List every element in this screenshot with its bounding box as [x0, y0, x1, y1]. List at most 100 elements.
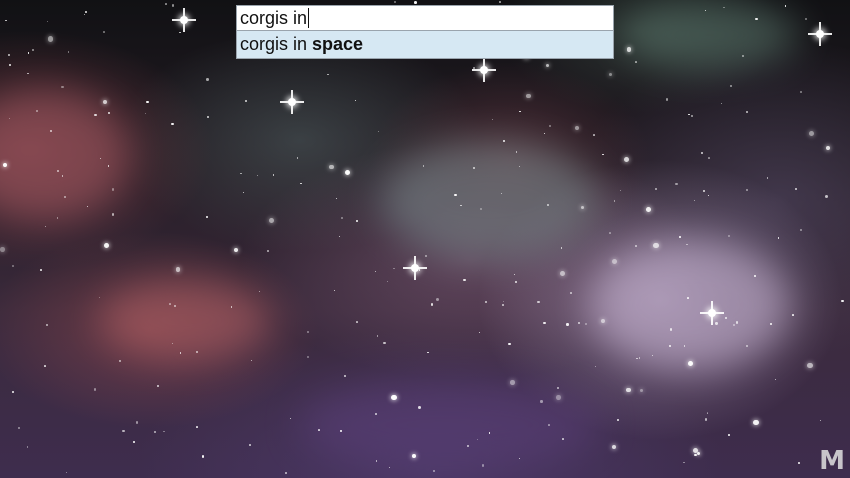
- star: [543, 321, 546, 324]
- bright-star-icon: [403, 256, 427, 280]
- star: [153, 431, 157, 434]
- star: [27, 73, 29, 75]
- star: [84, 14, 86, 16]
- star: [543, 133, 545, 135]
- star: [635, 60, 638, 63]
- star: [502, 301, 505, 303]
- star: [841, 299, 844, 303]
- star: [491, 118, 493, 121]
- star: [334, 289, 336, 292]
- star: [93, 388, 97, 391]
- star: [537, 300, 540, 303]
- star: [98, 297, 101, 299]
- star: [205, 216, 208, 219]
- star: [206, 78, 210, 82]
- star: [825, 195, 829, 199]
- star: [9, 63, 12, 66]
- star: [300, 182, 302, 185]
- star: [466, 444, 469, 447]
- star: [268, 217, 274, 223]
- star: [746, 345, 748, 347]
- star: [668, 344, 672, 347]
- star: [338, 236, 341, 238]
- star: [12, 391, 15, 394]
- star: [433, 469, 436, 472]
- star: [624, 156, 630, 162]
- bright-star-icon: [808, 22, 832, 46]
- star: [559, 271, 565, 277]
- star: [119, 360, 121, 362]
- autocomplete-suggestion[interactable]: corgis in space: [236, 31, 614, 59]
- star: [557, 386, 560, 390]
- star: [693, 200, 695, 202]
- star: [746, 111, 748, 113]
- star: [708, 157, 710, 159]
- star: [800, 228, 803, 231]
- star: [306, 355, 309, 359]
- star: [233, 248, 238, 252]
- star: [391, 394, 397, 400]
- star: [195, 426, 198, 428]
- star: [755, 17, 758, 20]
- star: [798, 462, 800, 465]
- star: [206, 116, 209, 119]
- star: [545, 64, 549, 68]
- star: [707, 194, 710, 196]
- star: [374, 271, 376, 273]
- star: [296, 156, 299, 159]
- star: [805, 18, 807, 21]
- star: [27, 52, 30, 55]
- star: [560, 247, 562, 249]
- star: [230, 306, 232, 308]
- star: [746, 188, 749, 191]
- star: [481, 464, 484, 467]
- star: [289, 418, 292, 420]
- bright-star-icon: [172, 8, 196, 32]
- star: [502, 139, 505, 142]
- star: [753, 419, 759, 425]
- star: [519, 110, 522, 113]
- star: [145, 112, 147, 115]
- star: [436, 298, 440, 302]
- star: [284, 472, 287, 475]
- star: [39, 269, 42, 271]
- star: [318, 428, 321, 431]
- star: [169, 303, 171, 305]
- star: [427, 351, 429, 354]
- star: [341, 216, 344, 219]
- star: [701, 152, 704, 155]
- nebula-cloud: [590, 240, 790, 370]
- star: [45, 324, 48, 327]
- star: [146, 100, 149, 103]
- star: [526, 93, 531, 99]
- star: [329, 164, 334, 170]
- star: [383, 341, 386, 345]
- star: [635, 245, 638, 248]
- star: [602, 153, 604, 156]
- star: [239, 172, 242, 175]
- star: [201, 455, 205, 458]
- bright-star-icon: [472, 58, 496, 82]
- search-input[interactable]: corgis in: [236, 5, 614, 31]
- nebula-cloud: [0, 90, 130, 220]
- star: [675, 182, 679, 186]
- nebula-cloud: [100, 280, 270, 360]
- star: [47, 36, 54, 42]
- star: [514, 280, 517, 284]
- star: [377, 130, 380, 133]
- star: [611, 444, 617, 450]
- star: [646, 207, 652, 212]
- star: [244, 99, 248, 103]
- star: [777, 237, 780, 239]
- star: [578, 322, 581, 325]
- star: [67, 51, 70, 53]
- star: [107, 165, 110, 167]
- star: [697, 451, 701, 455]
- star: [249, 444, 252, 446]
- star: [706, 412, 708, 414]
- star: [613, 200, 616, 202]
- star: [809, 131, 815, 137]
- star: [17, 426, 21, 429]
- star: [687, 360, 693, 366]
- star: [31, 48, 35, 52]
